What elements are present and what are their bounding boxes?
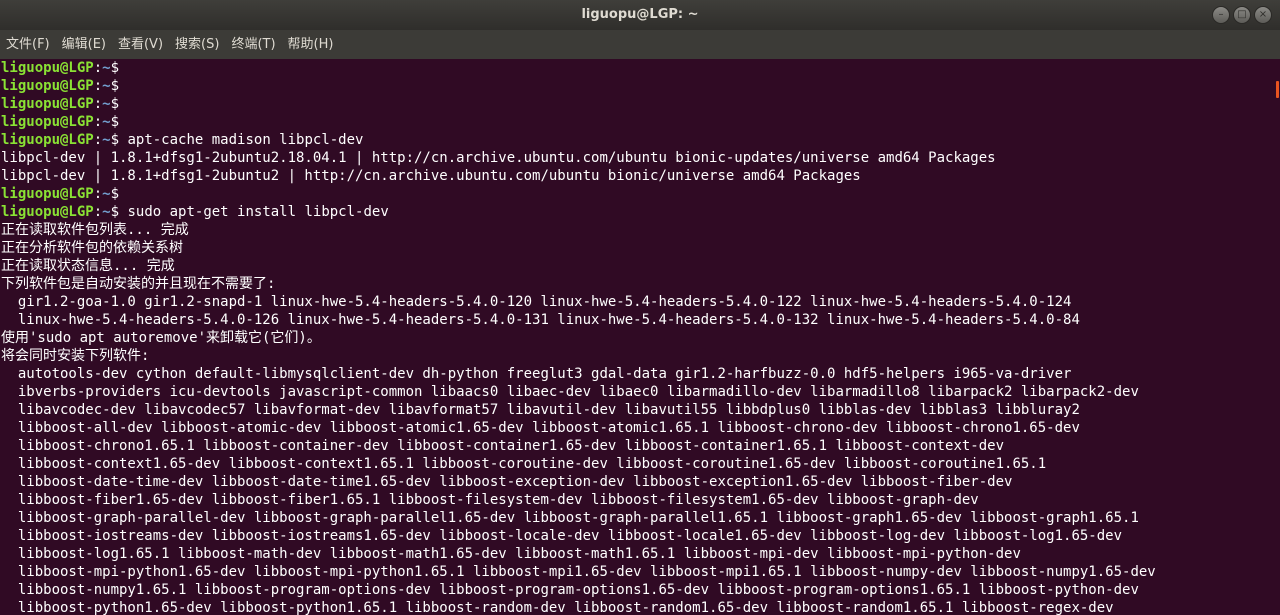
output-line: 使用'sudo apt autoremove'来卸载它(它们)。: [1, 330, 321, 346]
maximize-icon[interactable]: □: [1233, 6, 1251, 24]
prompt-symbol: $: [110, 132, 120, 148]
prompt-line: liguopu@LGP:~$: [0, 77, 1270, 95]
prompt-user-host: liguopu@LGP: [1, 132, 94, 148]
prompt-path: ~: [102, 114, 111, 130]
prompt-symbol: $: [110, 204, 120, 220]
output-line: libboost-all-dev libboost-atomic-dev lib…: [1, 420, 1080, 436]
output-line: 正在分析软件包的依赖关系树: [1, 240, 183, 256]
window-title: liguopu@LGP: ~: [581, 7, 699, 22]
window-titlebar: liguopu@LGP: ~ – □ ×: [0, 0, 1280, 30]
output-line: 将会同时安装下列软件:: [1, 348, 150, 364]
output-line: libboost-log1.65.1 libboost-math-dev lib…: [1, 546, 1021, 562]
terminal-output[interactable]: liguopu@LGP:~$ liguopu@LGP:~$ liguopu@LGP:…: [0, 59, 1270, 615]
prompt-symbol: $: [110, 186, 120, 202]
prompt-user-host: liguopu@LGP: [1, 204, 94, 220]
prompt-separator: :: [93, 96, 103, 112]
prompt-line: liguopu@LGP:~$ sudo apt-get install libp…: [0, 203, 1270, 221]
output-line: libboost-python1.65-dev libboost-python1…: [1, 600, 1114, 615]
output-line: libpcl-dev | 1.8.1+dfsg1-2ubuntu2 | http…: [1, 168, 861, 184]
output-line: libboost-graph-parallel-dev libboost-gra…: [1, 510, 1139, 526]
prompt-separator: :: [93, 204, 103, 220]
command-text: apt-cache madison libpcl-dev: [119, 132, 364, 148]
prompt-line: liguopu@LGP:~$: [0, 95, 1270, 113]
output-line: 下列软件包是自动安装的并且现在不需要了:: [1, 276, 276, 292]
close-icon[interactable]: ×: [1254, 6, 1272, 24]
prompt-symbol: $: [110, 60, 120, 76]
output-line: libboost-chrono1.65.1 libboost-container…: [1, 438, 1005, 454]
prompt-separator: :: [93, 60, 103, 76]
menu-view[interactable]: 查看(V): [112, 30, 169, 59]
prompt-path: ~: [102, 204, 111, 220]
output-line: 正在读取软件包列表... 完成: [1, 222, 189, 238]
prompt-separator: :: [93, 78, 103, 94]
prompt-line: liguopu@LGP:~$: [0, 113, 1270, 131]
prompt-path: ~: [102, 60, 111, 76]
menu-help[interactable]: 帮助(H): [282, 30, 340, 59]
menu-bar: 文件(F) 编辑(E) 查看(V) 搜索(S) 终端(T) 帮助(H): [0, 30, 1280, 59]
prompt-symbol: $: [110, 78, 120, 94]
output-line: libboost-numpy1.65.1 libboost-program-op…: [1, 582, 1139, 598]
prompt-path: ~: [102, 186, 111, 202]
prompt-path: ~: [102, 132, 111, 148]
prompt-symbol: $: [110, 114, 120, 130]
output-line: libpcl-dev | 1.8.1+dfsg1-2ubuntu2.18.04.…: [1, 150, 996, 166]
prompt-user-host: liguopu@LGP: [1, 60, 94, 76]
menu-file[interactable]: 文件(F): [0, 30, 56, 59]
output-line: libavcodec-dev libavcodec57 libavformat-…: [1, 402, 1080, 418]
prompt-user-host: liguopu@LGP: [1, 186, 94, 202]
window-controls: – □ ×: [1212, 6, 1272, 24]
output-line: 正在读取状态信息... 完成: [1, 258, 175, 274]
output-line: libboost-iostreams-dev libboost-iostream…: [1, 528, 1123, 544]
prompt-user-host: liguopu@LGP: [1, 78, 94, 94]
output-line: ibverbs-providers icu-devtools javascrip…: [1, 384, 1139, 400]
prompt-separator: :: [93, 186, 103, 202]
menu-edit[interactable]: 编辑(E): [56, 30, 112, 59]
prompt-path: ~: [102, 96, 111, 112]
prompt-line: liguopu@LGP:~$: [0, 59, 1270, 77]
menu-search[interactable]: 搜索(S): [169, 30, 225, 59]
minimize-icon[interactable]: –: [1212, 6, 1230, 24]
prompt-separator: :: [93, 114, 103, 130]
prompt-separator: :: [93, 132, 103, 148]
output-line: autotools-dev cython default-libmysqlcli…: [1, 366, 1072, 382]
command-text: sudo apt-get install libpcl-dev: [119, 204, 389, 220]
output-line: linux-hwe-5.4-headers-5.4.0-126 linux-hw…: [1, 312, 1080, 328]
prompt-user-host: liguopu@LGP: [1, 114, 94, 130]
prompt-symbol: $: [110, 96, 120, 112]
terminal-scrollbar[interactable]: [1270, 59, 1280, 615]
output-line: libboost-date-time-dev libboost-date-tim…: [1, 474, 1013, 490]
prompt-path: ~: [102, 78, 111, 94]
scrollbar-thumb[interactable]: [1276, 81, 1279, 98]
output-line: libboost-fiber1.65-dev libboost-fiber1.6…: [1, 492, 979, 508]
output-line: gir1.2-goa-1.0 gir1.2-snapd-1 linux-hwe-…: [1, 294, 1072, 310]
output-line: libboost-context1.65-dev libboost-contex…: [1, 456, 1047, 472]
prompt-user-host: liguopu@LGP: [1, 96, 94, 112]
menu-terminal[interactable]: 终端(T): [225, 30, 281, 59]
output-line: libboost-mpi-python1.65-dev libboost-mpi…: [1, 564, 1156, 580]
prompt-line: liguopu@LGP:~$ apt-cache madison libpcl-…: [0, 131, 1270, 149]
prompt-line: liguopu@LGP:~$: [0, 185, 1270, 203]
